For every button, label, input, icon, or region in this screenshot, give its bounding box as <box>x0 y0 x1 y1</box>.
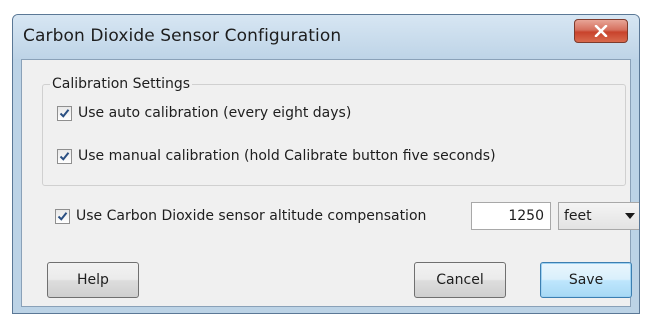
altitude-unit-value: feet <box>564 208 592 224</box>
calibration-settings-label: Calibration Settings <box>50 76 193 92</box>
save-button[interactable]: Save <box>540 262 632 298</box>
dialog-body: Calibration Settings Use auto calibratio… <box>21 59 639 307</box>
close-icon <box>594 25 608 37</box>
close-button[interactable] <box>574 19 628 43</box>
manual-calibration-option[interactable]: Use manual calibration (hold Calibrate b… <box>57 148 496 164</box>
cancel-button[interactable]: Cancel <box>414 262 506 298</box>
manual-calibration-label: Use manual calibration (hold Calibrate b… <box>78 148 496 164</box>
checkmark-icon <box>59 151 70 161</box>
calibration-settings-group: Calibration Settings Use auto calibratio… <box>42 76 626 186</box>
auto-calibration-option[interactable]: Use auto calibration (every eight days) <box>57 105 351 121</box>
altitude-value-input[interactable] <box>471 202 551 230</box>
altitude-compensation-label: Use Carbon Dioxide sensor altitude compe… <box>76 208 427 224</box>
manual-calibration-checkbox[interactable] <box>57 148 72 164</box>
auto-calibration-checkbox[interactable] <box>57 105 72 121</box>
help-button[interactable]: Help <box>47 262 139 298</box>
altitude-compensation-checkbox[interactable] <box>55 208 70 224</box>
checkmark-icon <box>59 108 70 118</box>
window-title: Carbon Dioxide Sensor Configuration <box>23 26 342 46</box>
checkmark-icon <box>57 211 68 221</box>
title-bar: Carbon Dioxide Sensor Configuration <box>13 15 639 59</box>
altitude-unit-select[interactable]: feet <box>558 202 639 230</box>
altitude-compensation-option[interactable]: Use Carbon Dioxide sensor altitude compe… <box>55 208 426 224</box>
auto-calibration-label: Use auto calibration (every eight days) <box>78 105 352 121</box>
dialog-window: Carbon Dioxide Sensor Configuration Cali… <box>12 14 640 314</box>
chevron-down-icon <box>625 213 635 219</box>
